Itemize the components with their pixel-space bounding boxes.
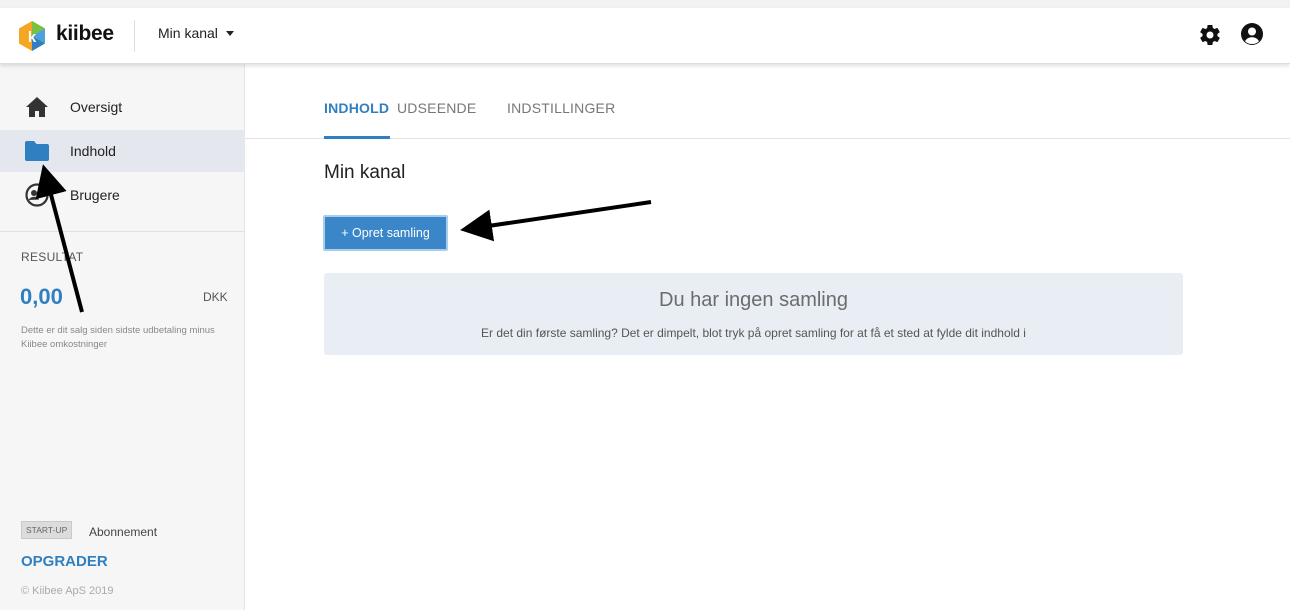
result-currency: DKK [203,290,228,304]
sidebar-item-label: Indhold [70,143,116,159]
sidebar-item-brugere[interactable]: Brugere [0,174,245,216]
result-note: Dette er dit salg siden sidste udbetalin… [21,325,215,350]
empty-state-panel: Du har ingen samling Er det din første s… [324,273,1183,355]
upgrade-link[interactable]: OPGRADER [21,553,108,570]
tab-udseende[interactable]: UDSEENDE [397,100,476,116]
create-collection-button[interactable]: + Opret samling [323,215,448,251]
sidebar-divider [0,231,245,232]
page-title: Min kanal [324,162,406,183]
sidebar-item-label: Oversigt [70,99,123,115]
sidebar-item-label: Brugere [70,187,120,203]
browser-top-strip [0,0,1290,8]
chevron-down-icon [225,30,234,36]
home-icon [24,95,50,119]
brand-name: kiibee [56,22,114,45]
plan-badge: START-UP [21,521,73,539]
sidebar: Oversigt Indhold Brugere RESULTAT 0,00 D… [0,64,245,610]
annotation-arrow-button [460,200,652,242]
result-label: RESULTAT [21,250,84,264]
channel-selector-label: Min kanal [158,25,218,41]
header-divider [134,20,135,52]
plan-label: Abonnement [89,525,158,539]
gear-icon[interactable] [1198,23,1222,47]
user-circle-icon[interactable] [1240,22,1264,46]
folder-icon [24,139,50,163]
kiibee-logo-icon[interactable]: k [16,20,48,52]
empty-state-subtitle: Er det din første samling? Det er dimpel… [481,326,1026,340]
channel-selector[interactable]: Min kanal [158,25,234,41]
result-value: 0,00 [20,284,63,309]
content-tabs: INDHOLD UDSEENDE INDSTILLINGER [245,64,1290,139]
top-header: k kiibee Min kanal [0,8,1290,64]
sidebar-item-oversigt[interactable]: Oversigt [0,86,245,128]
svg-text:k: k [28,29,37,46]
users-icon [24,183,50,207]
copyright: © Kiibee ApS 2019 [21,585,114,597]
tab-indstillinger[interactable]: INDSTILLINGER [507,100,615,116]
active-tab-indicator [324,136,390,139]
sidebar-item-indhold[interactable]: Indhold [0,130,245,172]
tab-indhold[interactable]: INDHOLD [324,100,389,116]
empty-state-title: Du har ingen samling [659,289,848,311]
